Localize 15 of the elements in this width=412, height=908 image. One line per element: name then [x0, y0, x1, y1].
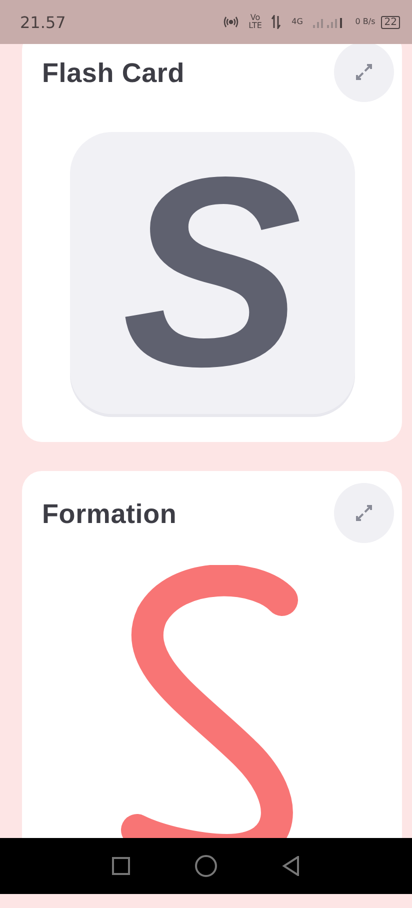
- hotspot-icon: [223, 16, 240, 28]
- card-title: Formation: [42, 499, 177, 530]
- expand-icon: [354, 62, 374, 82]
- volte-label: Vo LTE: [248, 14, 263, 30]
- recent-apps-icon[interactable]: [112, 857, 130, 875]
- battery-indicator: 22: [381, 16, 400, 28]
- home-icon[interactable]: [194, 855, 217, 877]
- data-arrows-icon: [271, 15, 282, 29]
- flash-card-letter: S: [122, 138, 302, 408]
- card-title: Flash Card: [42, 58, 185, 89]
- network-label: 4G: [290, 18, 304, 26]
- status-time: 21.57: [20, 12, 66, 32]
- expand-icon: [354, 503, 374, 523]
- speed-label: 0 B/s: [355, 18, 376, 26]
- back-icon[interactable]: [282, 856, 300, 876]
